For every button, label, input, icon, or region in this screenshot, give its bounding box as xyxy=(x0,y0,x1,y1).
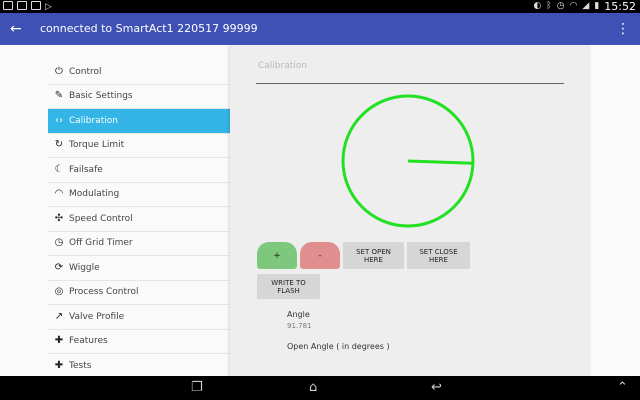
calendar-icon xyxy=(31,1,41,10)
sidebar-item-features[interactable]: ✚ Features xyxy=(48,330,230,354)
position-dial xyxy=(341,94,475,228)
decrease-button[interactable]: - xyxy=(300,242,340,269)
system-icons: ◐ ᛒ ◷ ◠ ◢ ▮ 15:52 xyxy=(533,0,636,13)
write-to-flash-button[interactable]: WRITE TO FLASH xyxy=(257,274,320,299)
angle-label: Angle xyxy=(287,310,310,319)
target-icon: ◎ xyxy=(54,286,64,298)
sidebar-item-tests[interactable]: ✚ Tests xyxy=(48,354,230,376)
app-bar: ← connected to SmartAct1 220517 99999 ⋮ xyxy=(0,13,640,45)
power-icon: ⏻ xyxy=(55,65,63,77)
angle-value: 91.781 xyxy=(287,322,312,330)
calibration-panel: Calibration + - SET OPEN HERE SET CLOSE … xyxy=(230,45,590,376)
sidebar-item-off-grid-timer[interactable]: ◷ Off Grid Timer xyxy=(48,232,230,256)
wifi-icon: ◠ xyxy=(569,1,578,11)
clock-time: 15:52 xyxy=(604,0,636,13)
sidebar-item-torque-limit[interactable]: ↻ Torque Limit xyxy=(48,134,230,158)
nfc-icon: ◐ xyxy=(533,1,542,11)
sidebar-item-label: Modulating xyxy=(69,189,120,200)
sidebar-item-basic-settings[interactable]: ✎ Basic Settings xyxy=(48,85,230,109)
sidebar-item-calibration[interactable]: ‹› Calibration xyxy=(48,109,230,134)
sidebar-item-process-control[interactable]: ◎ Process Control xyxy=(48,281,230,305)
sidebar-item-label: Speed Control xyxy=(69,213,133,224)
clock-icon: ◷ xyxy=(54,237,64,249)
sidebar-item-label: Calibration xyxy=(69,115,118,126)
image-icon xyxy=(3,1,13,10)
open-angle-label: Open Angle ( in degrees ) xyxy=(287,342,390,351)
signal-icon: ◢ xyxy=(582,1,590,11)
panel-heading: Calibration xyxy=(258,61,307,71)
sidebar-menu: ⏻ Control ✎ Basic Settings ‹› Calibratio… xyxy=(48,60,230,376)
recent-apps-icon[interactable]: ❐ xyxy=(191,379,203,397)
chevron-up-icon[interactable]: ⌃ xyxy=(617,379,628,397)
overflow-menu-icon[interactable]: ⋮ xyxy=(616,19,630,39)
wrench-icon: ✎ xyxy=(54,90,64,102)
moon-icon: ☾ xyxy=(54,163,64,175)
set-close-button[interactable]: SET CLOSE HERE xyxy=(407,242,470,269)
code-icon: ‹› xyxy=(55,114,63,126)
system-nav-bar: ❐ ⌂ ↩ ⌃ xyxy=(0,376,640,400)
sidebar-item-failsafe[interactable]: ☾ Failsafe xyxy=(48,158,230,183)
sidebar-item-label: Failsafe xyxy=(69,164,103,175)
back-icon[interactable]: ↩ xyxy=(431,379,442,397)
rotate-icon: ↻ xyxy=(54,139,64,151)
refresh-icon: ⟳ xyxy=(54,261,64,273)
battery-icon: ▮ xyxy=(594,1,600,11)
set-open-button[interactable]: SET OPEN HERE xyxy=(343,242,404,269)
sidebar-item-valve-profile[interactable]: ↗ Valve Profile xyxy=(48,305,230,330)
bluetooth-icon: ᛒ xyxy=(546,1,552,11)
puzzle-icon: ✚ xyxy=(54,335,64,347)
puzzle-icon: ✚ xyxy=(54,359,64,371)
signal-wave-icon: ◠ xyxy=(54,188,64,200)
sidebar-item-label: Valve Profile xyxy=(69,311,125,322)
increase-button[interactable]: + xyxy=(257,242,297,269)
sidebar-item-label: Wiggle xyxy=(69,262,100,273)
sidebar-item-speed-control[interactable]: ✣ Speed Control xyxy=(48,207,230,232)
app-title: connected to SmartAct1 220517 99999 xyxy=(40,22,258,35)
sidebar-item-label: Tests xyxy=(69,360,92,371)
fan-icon: ✣ xyxy=(54,212,64,224)
alarm-icon: ◷ xyxy=(556,1,565,11)
sidebar-item-label: Features xyxy=(69,336,108,347)
trending-icon: ↗ xyxy=(54,310,64,322)
divider xyxy=(256,83,564,84)
sidebar-item-control[interactable]: ⏻ Control xyxy=(48,60,230,85)
main-content: ⏻ Control ✎ Basic Settings ‹› Calibratio… xyxy=(0,45,640,376)
sidebar-item-label: Off Grid Timer xyxy=(69,238,133,249)
sidebar-item-modulating[interactable]: ◠ Modulating xyxy=(48,183,230,207)
sidebar-item-wiggle[interactable]: ⟳ Wiggle xyxy=(48,256,230,281)
sidebar-item-label: Basic Settings xyxy=(69,91,133,102)
sidebar-item-label: Torque Limit xyxy=(69,140,125,151)
message-icon xyxy=(17,1,27,10)
back-arrow-icon[interactable]: ← xyxy=(10,19,22,39)
calibration-buttons: + - SET OPEN HERE SET CLOSE HERE xyxy=(257,242,470,269)
home-icon[interactable]: ⌂ xyxy=(309,379,317,397)
status-bar: ▷ ◐ ᛒ ◷ ◠ ◢ ▮ 15:52 xyxy=(0,0,640,13)
sidebar-item-label: Process Control xyxy=(69,287,139,298)
sidebar-item-label: Control xyxy=(69,66,102,77)
dial-needle xyxy=(407,159,474,165)
